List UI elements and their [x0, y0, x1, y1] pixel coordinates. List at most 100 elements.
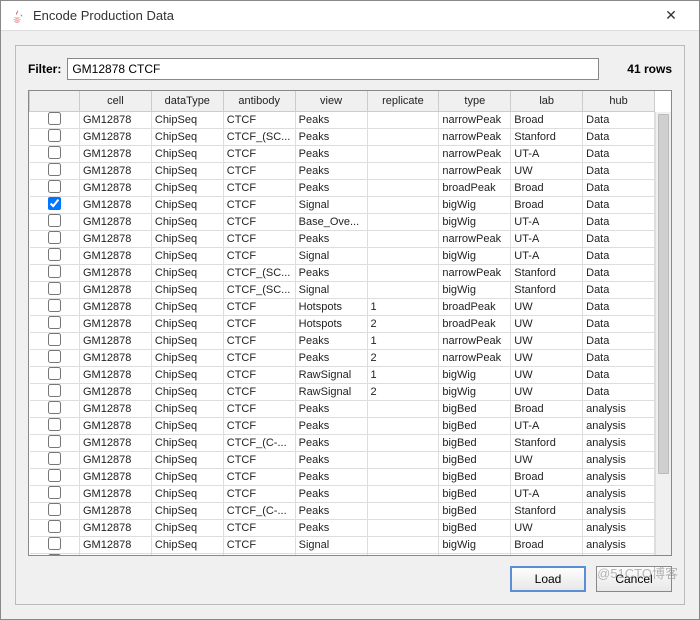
cell-dataType: ChipSeq	[151, 502, 223, 519]
row-checkbox[interactable]	[48, 469, 61, 482]
table-row[interactable]: GM12878ChipSeqCTCF_(SC...PeaksnarrowPeak…	[30, 128, 655, 145]
cell-cell: GM12878	[80, 213, 152, 230]
table-row[interactable]: GM12878ChipSeqCTCFPeaksnarrowPeakUT-ADat…	[30, 145, 655, 162]
cell-replicate	[367, 519, 439, 536]
vertical-scrollbar[interactable]	[655, 112, 671, 555]
cell-view: Peaks	[295, 145, 367, 162]
cell-lab: Broad	[511, 111, 583, 128]
row-checkbox[interactable]	[48, 129, 61, 142]
row-checkbox[interactable]	[48, 231, 61, 244]
row-checkbox[interactable]	[48, 537, 61, 550]
table-row[interactable]: GM12878ChipSeqCTCFPeaksbigBedBroadanalys…	[30, 468, 655, 485]
cell-hub: analysis	[583, 536, 655, 553]
table-row[interactable]: GM12878ChipSeqCTCFSignalbigWigUT-AData	[30, 247, 655, 264]
row-checkbox[interactable]	[48, 435, 61, 448]
cell-type: narrowPeak	[439, 111, 511, 128]
table-row[interactable]: GM12878ChipSeqCTCFPeaks2narrowPeakUWData	[30, 349, 655, 366]
table-row[interactable]: GM12878ChipSeqCTCFBase_Ove...bigWigUT-AD…	[30, 213, 655, 230]
row-checkbox-cell	[30, 332, 80, 349]
column-header-type[interactable]: type	[439, 91, 511, 111]
row-checkbox[interactable]	[48, 163, 61, 176]
cell-view: Peaks	[295, 264, 367, 281]
cell-hub: Data	[583, 383, 655, 400]
row-checkbox[interactable]	[48, 197, 61, 210]
cell-lab: Broad	[511, 196, 583, 213]
cell-lab: Stanford	[511, 264, 583, 281]
row-checkbox[interactable]	[48, 350, 61, 363]
load-button[interactable]: Load	[510, 566, 586, 592]
row-checkbox[interactable]	[48, 333, 61, 346]
table-row[interactable]: GM12878ChipSeqCTCFPeaksbigBedUWanalysis	[30, 519, 655, 536]
row-checkbox[interactable]	[48, 214, 61, 227]
row-checkbox[interactable]	[48, 486, 61, 499]
row-checkbox[interactable]	[48, 401, 61, 414]
row-checkbox[interactable]	[48, 316, 61, 329]
table-row[interactable]: GM12878ChipSeqCTCF_(SC...SignalbigWigSta…	[30, 281, 655, 298]
table-row[interactable]: GM12878ChipSeqCTCFPeaksbigBedUT-Aanalysi…	[30, 485, 655, 502]
cell-dataType: ChipSeq	[151, 400, 223, 417]
row-checkbox[interactable]	[48, 503, 61, 516]
row-checkbox[interactable]	[48, 180, 61, 193]
row-checkbox[interactable]	[48, 282, 61, 295]
cell-view: Peaks	[295, 230, 367, 247]
column-header-dataType[interactable]: dataType	[151, 91, 223, 111]
cell-antibody: CTCF	[223, 230, 295, 247]
column-header-hub[interactable]: hub	[583, 91, 655, 111]
table-row[interactable]: GM12878ChipSeqCTCFSignalbigWigBroadanaly…	[30, 536, 655, 553]
column-header-antibody[interactable]: antibody	[223, 91, 295, 111]
column-header-cell[interactable]: cell	[80, 91, 152, 111]
close-button[interactable]: ✕	[651, 2, 691, 30]
cell-type: bigWig	[439, 383, 511, 400]
cell-replicate	[367, 213, 439, 230]
row-checkbox[interactable]	[48, 554, 61, 556]
cell-cell: GM12878	[80, 247, 152, 264]
table-row[interactable]: GM12878ChipSeqCTCFPeaksnarrowPeakUWData	[30, 162, 655, 179]
row-checkbox[interactable]	[48, 384, 61, 397]
row-checkbox[interactable]	[48, 418, 61, 431]
table-row[interactable]: GM12878ChipSeqCTCFPeaksnarrowPeakBroadDa…	[30, 111, 655, 128]
row-checkbox[interactable]	[48, 367, 61, 380]
table-row[interactable]: GM12878ChipSeqCTCFPeaksbigBedBroadanalys…	[30, 400, 655, 417]
table-row[interactable]: GM12878ChipSeqCTCFPeaksnarrowPeakUT-ADat…	[30, 230, 655, 247]
table-row[interactable]: GM12878ChipSeqCTCFRawSignal1bigWigUWData	[30, 366, 655, 383]
cell-antibody: CTCF	[223, 400, 295, 417]
table-row[interactable]: GM12878ChipSeqCTCF_(SC...PeaksnarrowPeak…	[30, 264, 655, 281]
row-checkbox[interactable]	[48, 112, 61, 125]
cell-type: bigBed	[439, 417, 511, 434]
filter-input[interactable]	[67, 58, 599, 80]
column-header-lab[interactable]: lab	[511, 91, 583, 111]
table-row[interactable]: GM12878ChipSeqCTCFHotspots2broadPeakUWDa…	[30, 315, 655, 332]
table-row[interactable]: GM12878ChipSeqCTCF_(C-...PeaksbigBedStan…	[30, 502, 655, 519]
cell-antibody: CTCF	[223, 417, 295, 434]
column-header-checkbox[interactable]	[30, 91, 80, 111]
cell-lab: Stanford	[511, 502, 583, 519]
table-row[interactable]: GM12878ChipSeqCTCFRawSignal2bigWigUWData	[30, 383, 655, 400]
row-checkbox[interactable]	[48, 299, 61, 312]
row-checkbox[interactable]	[48, 248, 61, 261]
cell-hub: Data	[583, 179, 655, 196]
row-checkbox[interactable]	[48, 520, 61, 533]
table-row[interactable]: GM12878ChipSeqCTCFPeaksbigBedUWanalysis	[30, 451, 655, 468]
table-row[interactable]: GM12878ChipSeqCTCFHotspots1broadPeakUWDa…	[30, 298, 655, 315]
scrollbar-thumb[interactable]	[658, 114, 669, 474]
row-checkbox-cell	[30, 145, 80, 162]
cell-type: bigWig	[439, 366, 511, 383]
cell-dataType: ChipSeq	[151, 468, 223, 485]
table-row[interactable]: GM12878ChipSeqCTCFPeaksbigBedUT-Aanalysi…	[30, 417, 655, 434]
row-checkbox[interactable]	[48, 146, 61, 159]
column-header-replicate[interactable]: replicate	[367, 91, 439, 111]
cancel-button[interactable]: Cancel	[596, 566, 672, 592]
row-checkbox[interactable]	[48, 452, 61, 465]
cell-dataType: ChipSeq	[151, 247, 223, 264]
row-checkbox[interactable]	[48, 265, 61, 278]
table-row[interactable]: GM12878ChipSeqCTCFSignalbigWigUT-Aanalys…	[30, 553, 655, 555]
table-row[interactable]: GM12878ChipSeqCTCF_(C-...PeaksbigBedStan…	[30, 434, 655, 451]
cell-lab: Broad	[511, 536, 583, 553]
table-row[interactable]: GM12878ChipSeqCTCFSignalbigWigBroadData	[30, 196, 655, 213]
row-checkbox-cell	[30, 315, 80, 332]
column-header-view[interactable]: view	[295, 91, 367, 111]
table-row[interactable]: GM12878ChipSeqCTCFPeaks1narrowPeakUWData	[30, 332, 655, 349]
table-row[interactable]: GM12878ChipSeqCTCFPeaksbroadPeakBroadDat…	[30, 179, 655, 196]
cell-cell: GM12878	[80, 366, 152, 383]
row-checkbox-cell	[30, 519, 80, 536]
